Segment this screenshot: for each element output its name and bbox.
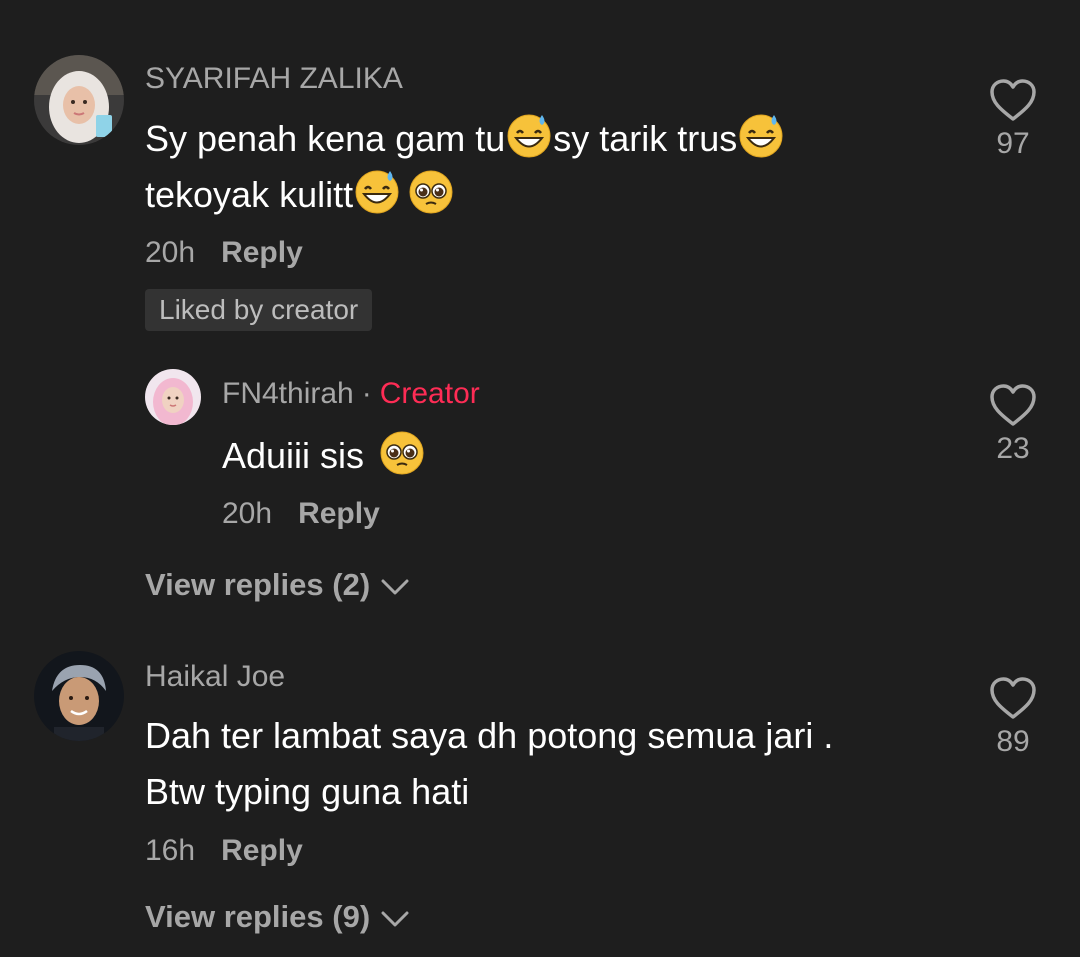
comment-meta: 20h Reply: [222, 496, 380, 532]
comment-text-part: sy tarik trus: [553, 118, 738, 159]
avatar[interactable]: [145, 369, 201, 425]
username[interactable]: SYARIFAH ZALIKA: [145, 61, 403, 97]
reply-button[interactable]: Reply: [221, 236, 303, 269]
like-count: 23: [996, 432, 1030, 465]
view-replies-label: View replies (2): [145, 567, 371, 602]
comment-text-line: Btw typing guna hati: [145, 771, 470, 812]
view-replies-label: View replies (9): [145, 899, 371, 934]
creator-label: Creator: [379, 377, 480, 410]
username: FN4thirah · Creator: [222, 376, 480, 412]
like-count: 97: [996, 127, 1030, 160]
comment-text-part: Aduiii sis: [222, 435, 365, 476]
pleading-face-emoji: [407, 167, 455, 215]
reply-button[interactable]: Reply: [221, 834, 303, 867]
comment-time: 16h: [145, 834, 196, 867]
comment-text: Sy penah kena gam tu sy tarik trus tekoya…: [145, 111, 785, 223]
heart-outline-icon: [983, 382, 1043, 428]
comment-time: 20h: [222, 497, 273, 530]
avatar[interactable]: [34, 55, 124, 145]
grinning-face-with-sweat-emoji: [505, 111, 553, 159]
comment-text-part: tekoyak kulitt: [145, 174, 354, 215]
pleading-face-emoji: [378, 428, 426, 476]
chevron-down-icon: [370, 899, 410, 934]
username-text[interactable]: FN4thirah: [222, 377, 354, 410]
grinning-face-with-sweat-emoji: [737, 111, 785, 159]
comment-text-line: Dah ter lambat saya dh potong semua jari…: [145, 715, 834, 756]
username[interactable]: Haikal Joe: [145, 659, 285, 695]
like-count: 89: [996, 725, 1030, 758]
like-button[interactable]: 97: [983, 77, 1043, 161]
heart-outline-icon: [983, 675, 1043, 721]
chevron-down-icon: [370, 567, 410, 602]
separator: ·: [361, 377, 372, 410]
heart-outline-icon: [983, 77, 1043, 123]
view-replies-button[interactable]: View replies (9): [145, 899, 410, 935]
like-button[interactable]: 23: [983, 382, 1043, 466]
comment-time: 20h: [145, 236, 196, 269]
comment-text: Dah ter lambat saya dh potong semua jari…: [145, 708, 833, 820]
comment-meta: 16h Reply: [145, 833, 303, 869]
comment-meta: 20h Reply: [145, 235, 303, 271]
like-button[interactable]: 89: [983, 675, 1043, 759]
avatar[interactable]: [34, 651, 124, 741]
comment-text-part: Sy penah kena gam tu: [145, 118, 506, 159]
view-replies-button[interactable]: View replies (2): [145, 567, 410, 603]
comment-text: Aduiii sis: [222, 428, 426, 484]
liked-by-creator-badge: Liked by creator: [145, 289, 373, 331]
reply-button[interactable]: Reply: [298, 497, 380, 530]
grinning-face-with-sweat-emoji: [353, 167, 401, 215]
